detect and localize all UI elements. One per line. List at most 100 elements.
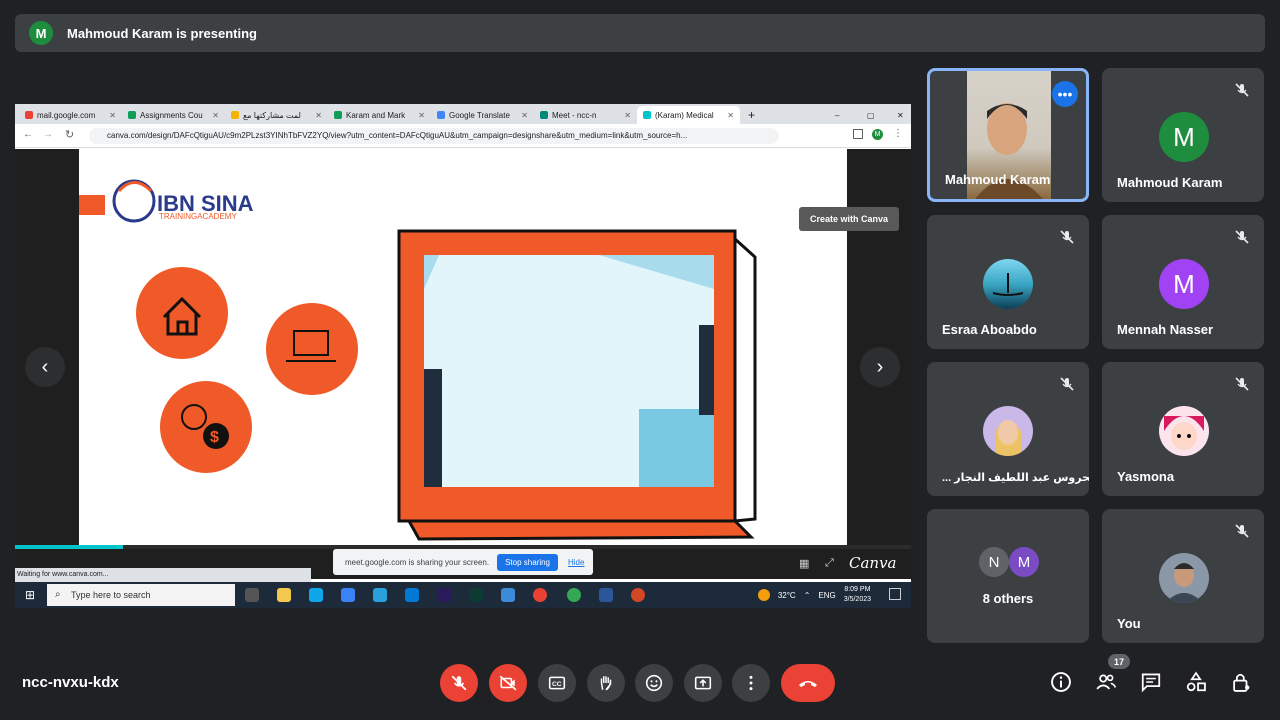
after-effects-icon[interactable] (437, 588, 451, 602)
close-tab-icon[interactable]: ✕ (620, 111, 631, 120)
fullscreen-icon[interactable]: ⤢ (825, 557, 834, 570)
avatar-image (1165, 563, 1203, 603)
info-icon (1051, 672, 1071, 692)
close-window-icon[interactable]: ✕ (891, 106, 905, 124)
next-slide-button[interactable]: › (860, 347, 900, 387)
more-options-button[interactable] (732, 664, 770, 702)
chrome-profile-icon[interactable] (567, 588, 581, 602)
chat-button[interactable] (1139, 670, 1163, 694)
chrome-icon[interactable] (533, 588, 547, 602)
taskbar-search[interactable]: ⌕ Type here to search (47, 584, 235, 606)
browser-tab[interactable]: لمت مشاركتها مع ✕ (225, 106, 328, 124)
windows-start-icon[interactable]: ⊞ (25, 588, 35, 602)
presenting-banner: M Mahmoud Karam is presenting (15, 14, 1265, 52)
notification-icon[interactable] (889, 588, 901, 600)
new-tab-icon[interactable]: + (742, 106, 758, 124)
meeting-details-button[interactable] (1049, 670, 1073, 694)
browser-tab-active[interactable]: (Karam) Medical ✕ (637, 106, 740, 124)
captions-button[interactable]: CC (538, 664, 576, 702)
close-tab-icon[interactable]: ✕ (208, 111, 219, 120)
presentation-slide: IBN SINA TRAININGACADEMY $ (79, 149, 847, 545)
close-tab-icon[interactable]: ✕ (311, 111, 322, 120)
tray-chevron-icon[interactable]: ⌃ (804, 591, 811, 600)
participant-tile[interactable]: Esraa Aboabdo (927, 215, 1089, 349)
edge-icon[interactable] (309, 588, 323, 602)
url-field[interactable]: canva.com/design/DAFcQtiguAU/c9m2PLzst3Y… (89, 128, 779, 144)
canva-viewer: IBN SINA TRAININGACADEMY $ Create with C… (15, 149, 911, 545)
screen-share-notice: meet.google.com is sharing your screen. … (333, 549, 593, 575)
raise-hand-button[interactable] (587, 664, 625, 702)
stop-sharing-button[interactable]: Stop sharing (497, 553, 558, 571)
chat-icon (1141, 673, 1161, 693)
avatar (1159, 406, 1209, 456)
create-with-canva-button[interactable]: Create with Canva (799, 207, 899, 231)
chevron-left-icon: ‹ (41, 355, 49, 378)
task-view-icon[interactable] (245, 588, 259, 602)
participant-name: Mahmoud Karam (1117, 175, 1223, 190)
participant-tile-self[interactable]: You (1102, 509, 1264, 643)
word-icon[interactable] (599, 588, 613, 602)
store-icon[interactable] (341, 588, 355, 602)
reactions-button[interactable] (635, 664, 673, 702)
avatar (983, 406, 1033, 456)
more-vert-icon (749, 675, 753, 691)
participant-tile[interactable]: Yasmona (1102, 362, 1264, 496)
grid-view-icon[interactable]: ▦ (799, 557, 809, 570)
profile-icon[interactable]: M (872, 129, 883, 140)
mail-icon[interactable] (405, 588, 419, 602)
microphone-button[interactable] (440, 664, 478, 702)
participant-tile[interactable]: M Mahmoud Karam (1102, 68, 1264, 202)
camera-button[interactable] (489, 664, 527, 702)
browser-tab[interactable]: Google Translate ✕ (431, 106, 534, 124)
tab-favicon-icon (128, 111, 136, 119)
powerpoint-icon[interactable] (631, 588, 645, 602)
back-icon[interactable]: ← (23, 129, 33, 140)
close-tab-icon[interactable]: ✕ (414, 111, 425, 120)
people-button[interactable] (1094, 670, 1118, 694)
close-tab-icon[interactable]: ✕ (105, 111, 116, 120)
svg-text:$: $ (210, 429, 219, 446)
canva-logo: Canva (849, 554, 897, 572)
browser-menu-icon[interactable]: ⋮ (893, 128, 903, 139)
prev-slide-button[interactable]: ‹ (25, 347, 65, 387)
browser-tab[interactable]: Karam and Mark ✕ (328, 106, 431, 124)
side-panel-icon[interactable] (853, 129, 863, 139)
leave-call-button[interactable] (781, 664, 835, 702)
participant-tile[interactable]: ••• Mahmoud Karam (927, 68, 1089, 202)
maximize-window-icon[interactable]: ▢ (861, 106, 875, 124)
chevron-right-icon: › (876, 355, 884, 378)
hide-notice-link[interactable]: Hide (568, 558, 584, 567)
avatar-image (1164, 416, 1204, 450)
present-button[interactable] (684, 664, 722, 702)
downloader-icon[interactable] (501, 588, 515, 602)
browser-tab[interactable]: Assignments Cou ✕ (122, 106, 225, 124)
file-explorer-icon[interactable] (277, 588, 291, 602)
slide-logo-subtitle: TRAININGACADEMY (159, 212, 237, 221)
participant-name: Mahmoud Karam (945, 172, 1051, 187)
participant-tile[interactable]: M Mennah Nasser (1102, 215, 1264, 349)
participant-tile-others[interactable]: N M 8 others (927, 509, 1089, 643)
mic-off-icon (1060, 230, 1074, 244)
close-tab-icon[interactable]: ✕ (723, 111, 734, 120)
avatar-image (992, 273, 1024, 296)
close-tab-icon[interactable]: ✕ (517, 111, 528, 120)
tab-favicon-icon (231, 111, 239, 119)
browser-tab[interactable]: Meet - ncc-n ✕ (534, 106, 637, 124)
activities-button[interactable] (1184, 670, 1208, 694)
mic-off-icon (1235, 377, 1249, 391)
tab-favicon-icon (437, 111, 445, 119)
language[interactable]: ENG (818, 591, 835, 600)
participant-tile[interactable]: ... محروس عبد اللطيف النجار (927, 362, 1089, 496)
more-options-icon[interactable]: ••• (1052, 81, 1078, 107)
minimize-window-icon[interactable]: – (829, 106, 843, 124)
telegram-icon[interactable] (373, 588, 387, 602)
avatar: M (1159, 259, 1209, 309)
captions-icon: CC (548, 676, 566, 690)
browser-tab[interactable]: mail.google.com ✕ (19, 106, 122, 124)
audition-icon[interactable] (469, 588, 483, 602)
reload-icon[interactable]: ↻ (65, 128, 74, 141)
search-icon: ⌕ (55, 589, 61, 600)
forward-icon[interactable]: → (43, 129, 53, 140)
host-controls-button[interactable] (1229, 670, 1253, 694)
clock[interactable]: 8:09 PM 3/5/2023 (844, 585, 871, 605)
